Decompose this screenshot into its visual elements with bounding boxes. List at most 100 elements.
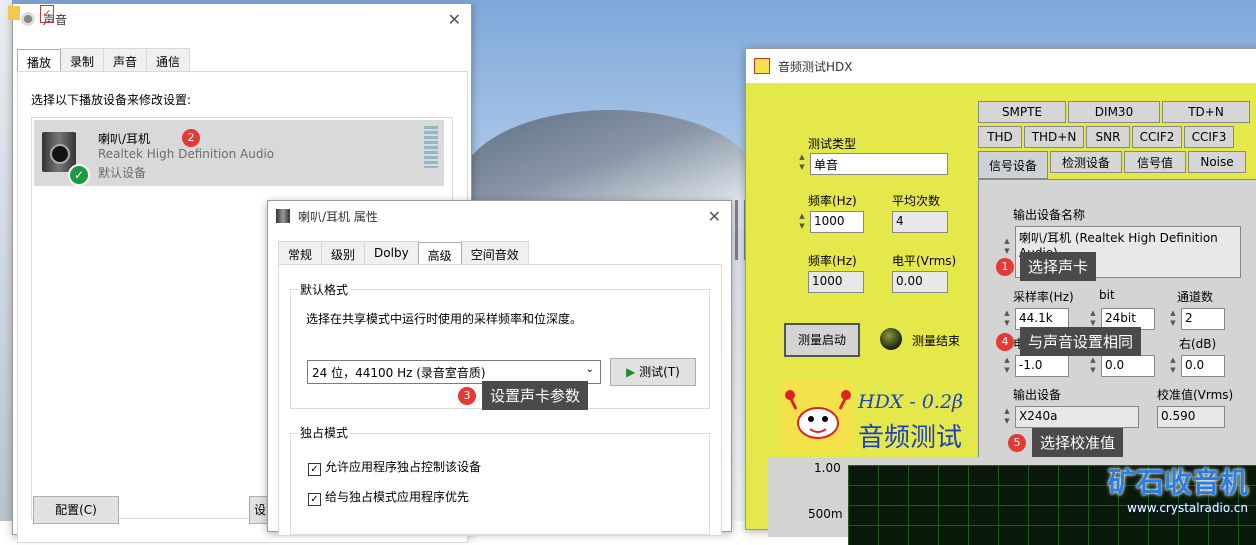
check-icon: ✓ [68,164,90,186]
tab-tdn[interactable]: TD+N [1162,101,1250,123]
play-icon: ▶ [626,365,636,379]
folder-icon [8,6,20,20]
level-field: 0.00 [892,271,948,293]
annotation-text: 选择校准值 [1032,428,1124,457]
annotation-4: 4 与声音设置相同 [996,327,1142,356]
device-driver: Realtek High Definition Audio [98,147,275,161]
channels-label: 通道数 [1177,290,1214,304]
freq2-label: 频率(Hz) [808,254,857,268]
tab-signal-device[interactable]: 信号设备 [978,151,1048,179]
hdx-titlebar[interactable]: 音频测试HDX [746,49,1256,83]
freq-label: 频率(Hz) [808,194,857,208]
tab-noise[interactable]: Noise [1188,151,1246,173]
plot-tick-label: 500m [808,507,843,521]
annotation-2: 2 [182,129,200,147]
watermark: 矿石收音机 www.crystalradio.cn [1108,461,1248,515]
hdx-tabs-row2: THD THD+N SNR CCIF2 CCIF3 [978,126,1236,148]
avg-field: 4 [892,211,948,233]
crab-logo-icon [782,379,854,451]
watermark-title: 矿石收音机 [1107,466,1248,499]
annotation-badge: 2 [182,129,200,147]
right-db-label: 右(dB) [1179,337,1217,351]
tab-signal-value[interactable]: 信号值 [1124,151,1186,173]
hdx-tabs-row1: SMPTE DIM30 TD+N [978,101,1252,123]
speaker-icon [21,12,35,26]
annotation-badge: 3 [458,386,476,405]
watermark-url: www.crystalradio.cn [1127,501,1248,515]
tab-smpte[interactable]: SMPTE [978,101,1066,123]
calibration-label: 校准值(Vrms) [1157,388,1234,402]
freq-field[interactable]: 1000 [810,211,864,233]
list-item[interactable]: ✓ 喇叭/耳机 Realtek High Definition Audio 默认… [34,120,444,186]
spin-arrows-icon[interactable]: ▲ ▼ [1169,355,1177,375]
measure-start-button[interactable]: 测量启动 [784,323,860,357]
chevron-down-icon: ⌄ [585,364,594,375]
annotation-text: 设置声卡参数 [482,381,589,410]
spin-arrows-icon[interactable]: ▲ ▼ [798,152,806,172]
tab-ccif3[interactable]: CCIF3 [1184,126,1234,148]
exclusive-mode-group [290,433,710,535]
close-icon[interactable]: ✕ [448,10,461,29]
signal-device-panel: 输出设备名称 ▲ ▼ 喇叭/耳机 (Realtek High Definition… [978,179,1256,461]
speaker-icon [276,209,290,223]
sound-titlebar[interactable]: 声音 [13,4,471,34]
hdx-title: 音频测试HDX [778,59,853,74]
right-db-field[interactable]: 0.0 [1181,355,1225,377]
tab-ccif2[interactable]: CCIF2 [1132,126,1182,148]
annotation-badge: 5 [1008,433,1026,452]
output-device-name-label: 输出设备名称 [1013,208,1086,222]
spin-arrows-icon[interactable]: ▲ ▼ [1089,308,1097,328]
measure-led-icon [880,328,902,350]
spin-arrows-icon[interactable]: ▲ ▼ [1169,308,1177,328]
logo-title: 音频测试 [858,423,963,453]
output-device-field[interactable]: X240a [1015,406,1139,428]
level-left-field[interactable]: -1.0 [1015,355,1069,377]
annotation-badge: 1 [996,257,1014,276]
spin-arrows-icon[interactable]: ▲ ▼ [798,211,806,231]
annotation-text: 选择声卡 [1020,252,1097,281]
tab-snr[interactable]: SNR [1086,126,1130,148]
tab-detect-device[interactable]: 检测设备 [1050,151,1122,173]
plot-tick-label: 1.00 [814,461,841,475]
tab-thdn[interactable]: THD+N [1024,126,1084,148]
properties-window: 喇叭/耳机 属性 ✕ 常规 级别 Dolby 高级 空间音效 默认格式 选择在共… [267,200,732,536]
configure-button[interactable]: 配置(C) [33,496,119,524]
channels-field[interactable]: 2 [1181,308,1225,330]
level-label: 电平(Vrms) [892,254,957,268]
level-mid-field[interactable]: 0.0 [1101,355,1155,377]
hdx-window: 音频测试HDX 测试类型 ▲ ▼ 单音 频率(Hz) 平均次数 ▲ ▼ 1000 4… [745,48,1256,545]
exclusive-mode-label: 独占模式 [298,424,351,441]
samplerate-label: 采样率(Hz) [1013,290,1074,304]
hdx-tabs-row3: 信号设备 检测设备 信号值 Noise [978,151,1248,179]
properties-titlebar[interactable]: 喇叭/耳机 属性 [268,201,731,231]
crab-app-icon [754,58,770,74]
freq2-field: 1000 [808,271,864,293]
level-meter [424,126,438,168]
device-name: 喇叭/耳机 [98,132,151,146]
format-value: 24 位，44100 Hz (录音室音质) [312,366,486,380]
spin-arrows-icon[interactable]: ▲ ▼ [1003,406,1011,426]
default-format-desc: 选择在共享模式中运行时使用的采样频率和位深度。 [306,312,583,326]
spin-arrows-icon[interactable]: ▲ ▼ [1003,308,1011,328]
checkbox-checked-icon[interactable]: ✓ [308,463,321,476]
annotation-1: 1 选择声卡 [996,252,1097,281]
checklist-icon: ✓ [40,5,54,23]
tab-thd[interactable]: THD [978,126,1022,148]
close-icon[interactable]: ✕ [708,207,721,226]
spin-arrows-icon[interactable]: ▲ ▼ [1003,355,1011,375]
calibration-field[interactable]: 0.590 [1157,406,1225,428]
avg-label: 平均次数 [892,194,941,208]
exclusive-option-2[interactable]: ✓ 给与独占模式应用程序优先 [308,488,469,506]
logo-version: HDX - 0.2β [858,391,964,413]
test-type-field[interactable]: 单音 [810,153,948,175]
exclusive-option-1[interactable]: ✓ 允许应用程序独占控制该设备 [308,458,481,476]
test-button[interactable]: ▶ 测试(T) [610,358,696,386]
annotation-5: 5 选择校准值 [1008,428,1124,457]
tab-dim30[interactable]: DIM30 [1068,101,1160,123]
instruction-text: 选择以下播放设备来修改设置: [31,93,192,107]
spin-arrows-icon[interactable]: ▲ ▼ [1089,355,1097,375]
exclusive-option-1-label: 允许应用程序独占控制该设备 [325,460,482,474]
checkbox-checked-icon[interactable]: ✓ [308,493,321,506]
annotation-3: 3 设置声卡参数 [458,381,589,410]
default-format-label: 默认格式 [298,281,351,298]
